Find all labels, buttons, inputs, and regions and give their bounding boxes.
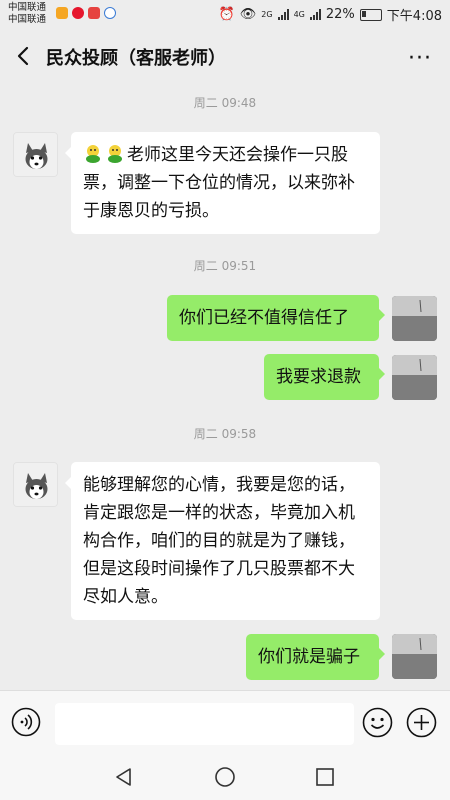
my-avatar[interactable]	[392, 634, 437, 679]
chat-header: 民众投顾（客服老师） ···	[0, 30, 450, 84]
stock-app-icon	[88, 7, 100, 19]
plus-icon[interactable]	[406, 707, 437, 738]
message-bubble-outgoing[interactable]: 我要求退款	[264, 354, 385, 400]
emoji-icon[interactable]	[362, 707, 393, 738]
status-indicators: ⏰ 👁 2G 4G 22% 下午4:08	[219, 5, 442, 24]
nav-recent-apps-icon[interactable]	[314, 766, 336, 788]
timestamp: 周二 09:51	[193, 259, 257, 273]
message-text: 你们已经不值得信任了	[179, 308, 349, 328]
signal-icon-2	[309, 9, 321, 20]
face-icon	[86, 145, 100, 163]
voice-input-icon[interactable]	[11, 707, 41, 737]
clock: 下午4:08	[386, 9, 442, 24]
face-icon	[108, 145, 122, 163]
my-avatar[interactable]	[392, 296, 437, 341]
status-bar: 中国联通 中国联通 ⏰ 👁 2G 4G 22% 下午4:08	[0, 0, 450, 30]
message-input[interactable]	[55, 703, 354, 745]
message-text: 我要求退款	[276, 367, 361, 387]
contact-avatar[interactable]	[13, 132, 58, 177]
chat-title: 民众投顾（客服老师）	[46, 48, 226, 69]
notification-icons	[56, 7, 116, 19]
message-bubble-incoming[interactable]: 老师这里今天还会操作一只股票，调整一下仓位的情况，以来弥补于康恩贝的亏损。	[65, 132, 380, 234]
app-notification-icon	[56, 7, 68, 19]
back-arrow-icon[interactable]	[12, 44, 36, 68]
landscape-avatar-icon	[392, 634, 437, 679]
weibo-icon	[72, 7, 84, 19]
message-text: 能够理解您的心情，我要是您的话，肯定跟您是一样的状态，毕竟加入机构合作，咱们的目…	[83, 475, 355, 607]
input-bar	[0, 690, 450, 756]
battery-icon	[359, 8, 382, 21]
battery-percent: 22%	[325, 7, 355, 22]
message-bubble-outgoing[interactable]: 你们就是骗子	[246, 634, 385, 680]
message-bubble-outgoing[interactable]: 你们已经不值得信任了	[167, 295, 385, 341]
signal-icon-1	[277, 9, 289, 20]
landscape-avatar-icon	[392, 355, 437, 400]
network-type-2: 4G	[293, 9, 305, 19]
timestamp: 周二 09:58	[193, 427, 257, 441]
alarm-icon: ⏰	[218, 7, 235, 22]
more-options-icon[interactable]: ···	[408, 46, 432, 71]
message-bubble-incoming[interactable]: 能够理解您的心情，我要是您的话，肯定跟您是一样的状态，毕竟加入机构合作，咱们的目…	[65, 462, 380, 620]
system-nav-bar	[0, 755, 450, 800]
timestamp: 周二 09:48	[193, 96, 257, 110]
landscape-avatar-icon	[392, 296, 437, 341]
contact-avatar[interactable]	[13, 462, 58, 507]
carrier-2: 中国联通	[8, 14, 47, 25]
network-type-1: 2G	[261, 9, 273, 19]
eye-icon: 👁	[239, 7, 257, 22]
nav-back-icon[interactable]	[112, 765, 136, 789]
my-avatar[interactable]	[392, 355, 437, 400]
husky-avatar-icon	[14, 133, 57, 176]
carrier-info: 中国联通 中国联通	[8, 2, 46, 26]
husky-avatar-icon	[14, 463, 57, 506]
browser-icon	[104, 7, 116, 19]
carrier-1: 中国联通	[8, 2, 47, 13]
message-text: 你们就是骗子	[258, 647, 360, 667]
nav-home-icon[interactable]	[213, 765, 237, 789]
message-list: 周二 09:48 老师这里今天还会操作一只股票，调整一下仓位的情况，以来弥补于康…	[0, 84, 450, 690]
